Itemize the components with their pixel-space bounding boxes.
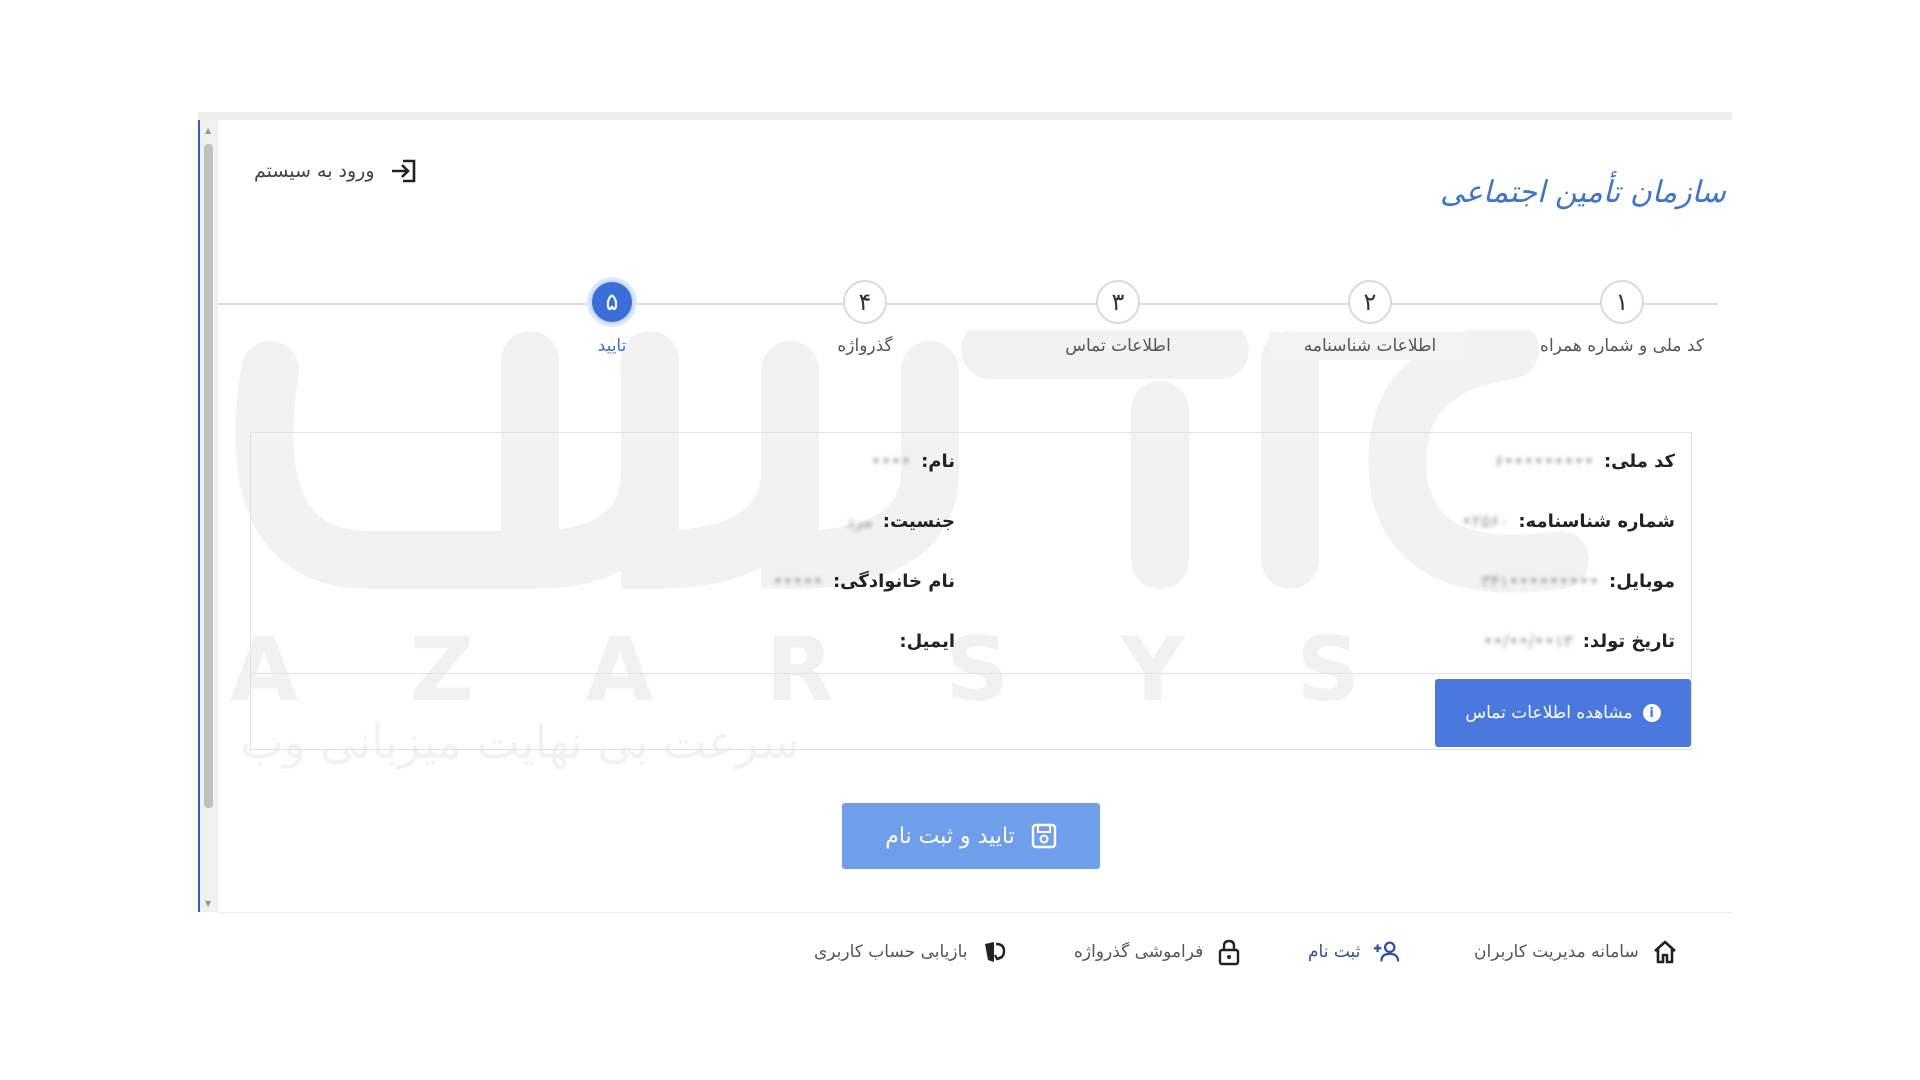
login-label: ورود به سیستم [254,160,375,182]
first-name-value: •••• [870,451,912,472]
confirm-register-button[interactable]: تایید و ثبت نام [842,803,1100,869]
national-code-field: کد ملی: •••••••••۶ [1495,451,1675,472]
national-code-value: •••••••••۶ [1494,451,1594,472]
step-label: کد ملی و شماره همراه [1540,336,1704,356]
footer-forgot-password-label: فراموشی گذرواژه [1074,942,1204,962]
birth-date-label: تاریخ تولد: [1582,631,1675,652]
step-label: اطلاعات شناسنامه [1270,332,1470,360]
birth-date-field: تاریخ تولد: ۱۳••/••/•• [1483,631,1675,652]
add-user-icon [1374,941,1400,962]
footer-recover-account-link[interactable]: بازیابی حساب کاربری [814,938,1008,966]
step-number: ۴ [843,280,887,324]
last-name-field: نام خانوادگی: ••••• [773,571,955,592]
mobile-label: موبایل: [1609,571,1675,592]
last-name-label: نام خانوادگی: [832,571,955,592]
national-code-label: کد ملی: [1603,451,1675,472]
birth-date-value: ۱۳••/••/•• [1482,631,1573,652]
view-contact-label: مشاهده اطلاعات تماس [1465,703,1633,723]
scrollbar[interactable]: ▲ ▼ [198,120,218,912]
step-label: اطلاعات تماس [1065,336,1171,356]
step-2: ۲ اطلاعات شناسنامه [1270,280,1470,360]
home-icon [1653,940,1676,964]
email-field: ایمیل: [889,631,955,652]
confirm-register-label: تایید و ثبت نام [885,823,1015,849]
step-3: ۳ اطلاعات تماس [1018,280,1218,356]
birth-cert-value: ۲۵۶۰• [1461,511,1509,532]
first-name-label: نام: [921,451,955,472]
step-5-active: ۵ تایید [512,280,712,356]
step-1: ۱ کد ملی و شماره همراه [1522,280,1722,356]
step-label: گذرواژه [837,336,893,356]
birth-cert-label: شماره شناسنامه: [1518,511,1675,532]
info-icon: i [1642,704,1661,722]
card-divider [251,673,1691,674]
last-name-value: ••••• [772,571,823,592]
stepper-track [218,303,1718,305]
gender-label: جنسیت: [882,511,955,532]
footer-register-link[interactable]: ثبت نام [1308,938,1400,966]
footer-home-link[interactable]: سامانه مدیریت کاربران [1474,938,1679,966]
footer-home-label: سامانه مدیریت کاربران [1474,942,1639,962]
step-number: ۱ [1600,280,1644,324]
birth-cert-field: شماره شناسنامه: ۲۵۶۰• [1462,511,1675,532]
footer-register-label: ثبت نام [1308,942,1361,962]
save-icon [1031,823,1056,849]
step-4: ۴ گذرواژه [765,280,965,356]
scrollbar-thumb[interactable] [204,144,213,808]
step-number: ۲ [1348,280,1392,324]
login-link[interactable]: ورود به سیستم [254,156,419,186]
lock-icon [1219,939,1240,966]
gender-value: مرد [846,511,873,532]
footer-recover-account-label: بازیابی حساب کاربری [814,942,968,962]
email-label: ایمیل: [899,631,955,652]
scroll-up-icon[interactable]: ▲ [205,126,211,135]
step-number: ۵ [590,280,634,324]
view-contact-button[interactable]: i مشاهده اطلاعات تماس [1435,679,1691,747]
logo[interactable]: سازمان تأمین اجتماعی [1440,152,1726,232]
mobile-value: •••••••••۳۴۱ [1481,571,1600,592]
footer-forgot-password-link[interactable]: فراموشی گذرواژه [1074,938,1243,966]
mobile-field: موبایل: •••••••••۳۴۱ [1481,571,1675,592]
logo-text: سازمان تأمین اجتماعی [1440,174,1726,210]
step-number: ۳ [1096,280,1140,324]
summary-card: کد ملی: •••••••••۶ شماره شناسنامه: ۲۵۶۰•… [250,432,1692,750]
step-label: تایید [597,336,627,356]
first-name-field: نام: •••• [871,451,955,472]
recover-account-icon [984,942,1005,962]
scroll-down-icon[interactable]: ▼ [205,899,211,908]
gender-field: جنسیت: مرد [847,511,955,532]
footer-divider [218,912,1732,913]
login-icon [391,159,415,183]
